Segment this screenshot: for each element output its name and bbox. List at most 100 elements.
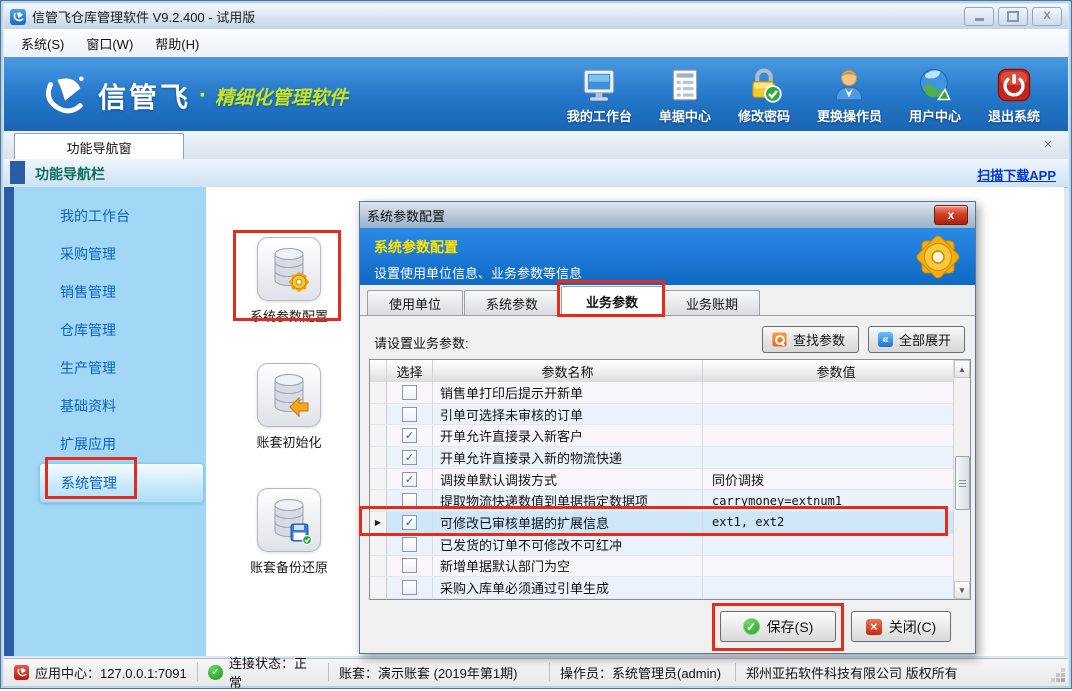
find-parameter-button[interactable]: 查找参数: [762, 326, 859, 353]
sidebar-item-label: 系统管理: [61, 473, 117, 493]
table-row[interactable]: ▶ 提取物流快递数值到单据指定数据项 carrymoney=extnum1: [370, 490, 954, 512]
table-row[interactable]: ▶ 可修改已审核单据的扩展信息 ext1, ext2: [370, 512, 954, 534]
dialog-tab[interactable]: 业务参数: [561, 286, 663, 316]
table-row[interactable]: ▶ 开单允许直接录入新客户: [370, 425, 954, 447]
change-password-icon: [745, 64, 783, 104]
scroll-down-icon[interactable]: ▼: [954, 581, 970, 599]
table-row[interactable]: ▶ 销售单打印后提示开新单: [370, 382, 954, 404]
scroll-up-icon[interactable]: ▲: [954, 360, 970, 378]
row-checkbox[interactable]: [402, 385, 417, 400]
parameter-value-cell: [703, 425, 954, 446]
dialog-close-button[interactable]: x: [934, 205, 968, 225]
row-checkbox[interactable]: [402, 472, 417, 487]
table-rows: ▶ 销售单打印后提示开新单 ▶ 引单可选择未审核的订单: [370, 382, 954, 599]
brand: 信管飞 · 精细化管理软件: [42, 73, 348, 119]
database-gear-icon: [266, 244, 312, 294]
dialog-body: 请设置业务参数: 查找参数 全部展开 选择 参数名称 参数值: [360, 315, 975, 653]
save-check-icon: ✓: [743, 618, 760, 635]
menu-item[interactable]: 窗口(W): [75, 30, 144, 57]
row-checkbox[interactable]: [402, 450, 417, 465]
status-app-center: 应用中心：127.0.0.1:7091: [4, 659, 197, 685]
dialog-tab[interactable]: 业务账期: [664, 290, 760, 315]
header-parameter-name: 参数名称: [433, 360, 703, 382]
tab-function-navigator[interactable]: 功能导航窗: [14, 133, 184, 160]
module-system-parameter-config[interactable]: 系统参数配置: [234, 237, 344, 325]
save-button[interactable]: ✓ 保存(S): [720, 611, 836, 642]
table-row[interactable]: ▶ 新增单据默认部门为空: [370, 556, 954, 578]
menu-item[interactable]: 系统(S): [10, 30, 75, 57]
table-row[interactable]: ▶ 引单可选择未审核的订单: [370, 404, 954, 426]
table-scrollbar[interactable]: ▲ ▼: [953, 360, 970, 599]
toolbar-item-switch-operator[interactable]: 更换操作员: [817, 64, 882, 125]
status-operator: 操作员：系统管理员(admin): [550, 659, 735, 685]
row-checkbox[interactable]: [402, 407, 417, 422]
row-checkbox[interactable]: [402, 515, 417, 530]
sidebar-item[interactable]: 销售管理: [14, 273, 206, 311]
parameter-name-cell: 开单允许直接录入新客户: [433, 425, 703, 446]
parameter-table: 选择 参数名称 参数值 ▶ 销售单打印后提示开新单: [369, 359, 971, 600]
sidebar-item[interactable]: 仓库管理: [14, 311, 206, 349]
dialog-tab[interactable]: 系统参数: [464, 290, 560, 315]
table-row[interactable]: ▶ 调拨单默认调拨方式 同价调拨: [370, 469, 954, 491]
toolbar-item-document-center[interactable]: 单据中心: [659, 64, 711, 125]
toolbar-item-exit-system[interactable]: 退出系统: [988, 64, 1040, 125]
row-checkbox[interactable]: [402, 558, 417, 573]
row-indicator-cell: ▶: [370, 577, 387, 598]
module-account-backup-restore[interactable]: 账套备份还原: [234, 488, 344, 576]
parameter-name-cell: 引单可选择未审核的订单: [433, 404, 703, 425]
row-indicator-cell: ▶: [370, 382, 387, 403]
row-checkbox[interactable]: [402, 580, 417, 595]
sidebar-item[interactable]: 基础资料: [14, 387, 206, 425]
module-label: 账套备份还原: [234, 557, 344, 576]
table-row[interactable]: ▶ 已发货的订单不可修改不可红冲: [370, 534, 954, 556]
toolbar-item-user-center[interactable]: 用户中心: [909, 64, 961, 125]
parameter-value-cell: [703, 534, 954, 555]
main-toolbar: 信管飞 · 精细化管理软件 我的工作台 单据中心 修改密码: [4, 57, 1068, 131]
status-connection: ✓ 连接状态：正常: [198, 659, 328, 685]
row-checkbox[interactable]: [402, 537, 417, 552]
parameter-value-cell: 同价调拨: [703, 469, 954, 490]
table-row[interactable]: ▶ 采购入库单必须通过引单生成: [370, 577, 954, 599]
document-tab-strip: 功能导航窗 ×: [4, 131, 1068, 160]
nav-header-title: 功能导航栏: [35, 164, 105, 184]
parameter-name-cell: 开单允许直接录入新的物流快递: [433, 447, 703, 468]
user-center-icon: [916, 64, 954, 104]
sidebar-item[interactable]: 我的工作台: [14, 197, 206, 235]
maximize-button[interactable]: [998, 7, 1028, 26]
parameter-name-cell: 销售单打印后提示开新单: [433, 382, 703, 403]
row-indicator-cell: ▶: [370, 404, 387, 425]
module-account-initialize[interactable]: 账套初始化: [234, 363, 344, 451]
parameter-name-cell: 已发货的订单不可修改不可红冲: [433, 534, 703, 555]
expand-all-button[interactable]: 全部展开: [868, 326, 965, 353]
minimize-button[interactable]: [964, 7, 994, 26]
row-indicator-cell: ▶: [370, 556, 387, 577]
sidebar-item[interactable]: 系统管理: [39, 463, 204, 503]
left-accent-strip: [4, 187, 14, 656]
close-dialog-button[interactable]: × 关闭(C): [851, 611, 951, 642]
dialog-tabs: 使用单位系统参数业务参数业务账期: [360, 285, 975, 316]
sidebar-item[interactable]: 生产管理: [14, 349, 206, 387]
tabstrip-close-icon[interactable]: ×: [1040, 137, 1056, 153]
scrollbar-thumb[interactable]: [955, 456, 970, 510]
sidebar-nav: 我的工作台 采购管理 销售管理 仓库管理 生产管理 基础资料 扩展应用: [14, 187, 206, 656]
row-indicator-cell: ▶: [370, 447, 387, 468]
toolbar-item-change-password[interactable]: 修改密码: [738, 64, 790, 125]
menu-bar: 系统(S)窗口(W)帮助(H): [4, 29, 1068, 57]
sidebar-item[interactable]: 采购管理: [14, 235, 206, 273]
current-row-arrow-icon: ▶: [375, 518, 381, 527]
row-checkbox[interactable]: [402, 493, 417, 508]
close-button[interactable]: X: [1032, 7, 1062, 26]
scan-download-app-link[interactable]: 扫描下载APP: [977, 165, 1056, 184]
toolbar-item-workbench[interactable]: 我的工作台: [567, 64, 632, 125]
window-title: 信管飞仓库管理软件 V9.2.400 - 试用版: [32, 7, 255, 26]
table-row[interactable]: ▶ 开单允许直接录入新的物流快递: [370, 447, 954, 469]
sidebar-item[interactable]: 扩展应用: [14, 425, 206, 463]
table-header: 选择 参数名称 参数值: [370, 360, 970, 383]
dialog-tab[interactable]: 使用单位: [367, 290, 463, 315]
menu-item[interactable]: 帮助(H): [144, 30, 210, 57]
module-label: 账套初始化: [234, 432, 344, 451]
resize-grip[interactable]: [1061, 678, 1065, 682]
dialog-header: 系统参数配置 设置使用单位信息、业务参数等信息: [360, 228, 975, 285]
status-app-logo-icon: [14, 665, 29, 680]
row-checkbox[interactable]: [402, 428, 417, 443]
